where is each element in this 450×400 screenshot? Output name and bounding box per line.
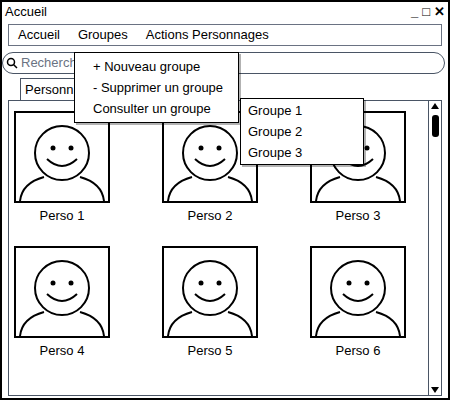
- window-title: Accueil: [5, 2, 47, 22]
- character-name: Perso 6: [336, 341, 381, 361]
- window: Accueil _□✕ Accueil Groupes Actions Personna…: [0, 0, 450, 400]
- window-control[interactable]: _: [411, 2, 418, 22]
- title-bar: Accueil _□✕: [2, 2, 448, 22]
- dropdown-item[interactable]: Consulter un groupe: [75, 98, 238, 119]
- submenu-item[interactable]: Groupe 2: [241, 121, 363, 142]
- menu-item[interactable]: Accueil: [18, 25, 60, 45]
- avatar-icon: [16, 113, 108, 201]
- character-name: Perso 2: [188, 206, 233, 226]
- character-name: Perso 4: [40, 341, 85, 361]
- content-panel: Perso 1 Perso 2 Perso 3 Perso 4 Perso 5 Perso…: [8, 100, 442, 396]
- menu-item[interactable]: Groupes: [78, 25, 128, 45]
- window-control[interactable]: □: [422, 2, 430, 22]
- menu-item[interactable]: Actions Personnages: [146, 25, 269, 45]
- submenu-item[interactable]: Groupe 3: [241, 142, 363, 163]
- dropdown-item[interactable]: - Supprimer un groupe: [75, 77, 238, 98]
- character-card[interactable]: Perso 5: [162, 246, 258, 361]
- window-control[interactable]: ✕: [434, 2, 445, 22]
- character-picture: [162, 246, 258, 338]
- character-name: Perso 3: [336, 206, 381, 226]
- groups-submenu: Groupe 1Groupe 2Groupe 3: [240, 98, 364, 165]
- dropdown-item[interactable]: + Nouveau groupe: [75, 56, 238, 77]
- avatar-icon: [312, 248, 404, 336]
- submenu-item[interactable]: Groupe 1: [241, 100, 363, 121]
- character-name: Perso 5: [188, 341, 233, 361]
- menu-bar: Accueil Groupes Actions Personnages: [8, 24, 442, 46]
- character-picture: [310, 246, 406, 338]
- groups-dropdown: + Nouveau groupe- Supprimer un groupeCon…: [74, 52, 239, 123]
- scrollbar[interactable]: [428, 101, 441, 395]
- character-picture: [14, 111, 110, 203]
- character-card[interactable]: Perso 1: [14, 111, 110, 226]
- magnifier-icon: [6, 57, 18, 69]
- avatar-icon: [164, 248, 256, 336]
- character-name: Perso 1: [40, 206, 85, 226]
- character-card[interactable]: Perso 4: [14, 246, 110, 361]
- character-grid: Perso 1 Perso 2 Perso 3 Perso 4 Perso 5 Perso…: [9, 101, 428, 395]
- scroll-thumb[interactable]: [432, 115, 439, 137]
- character-picture: [14, 246, 110, 338]
- scroll-up-icon[interactable]: [430, 101, 440, 111]
- avatar-icon: [16, 248, 108, 336]
- scroll-down-icon[interactable]: [430, 385, 440, 395]
- character-card[interactable]: Perso 6: [310, 246, 406, 361]
- search-placeholder: Recherch: [21, 53, 77, 73]
